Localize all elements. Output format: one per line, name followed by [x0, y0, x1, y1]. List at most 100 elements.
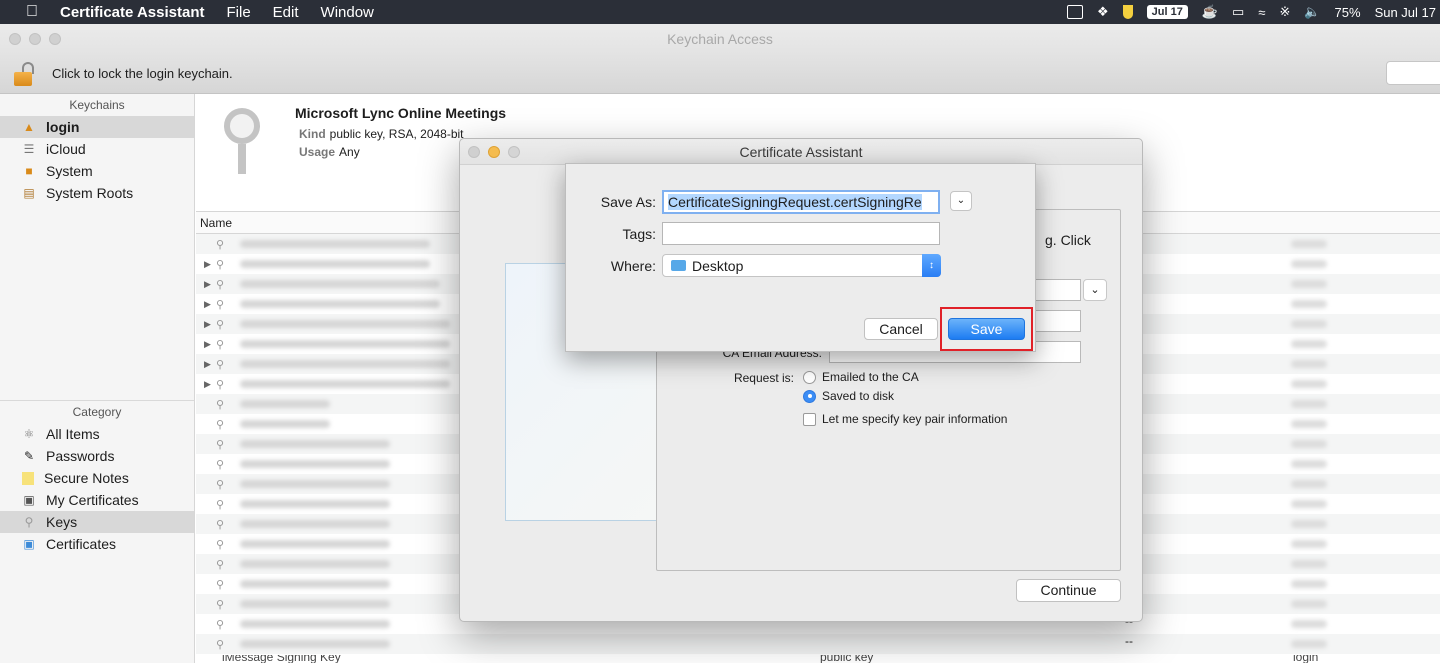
apple-menu-icon[interactable]: : [22, 3, 42, 21]
disclosure-triangle-icon[interactable]: ▶: [204, 299, 216, 310]
lock-open-icon[interactable]: [14, 61, 36, 86]
battery-status[interactable]: 75%: [1335, 5, 1361, 20]
cloud-icon: ☰: [23, 142, 35, 156]
volume-icon[interactable]: 🔈: [1304, 4, 1320, 20]
item-name: Microsoft Lync Online Meetings: [295, 105, 507, 121]
disclosure-triangle-icon[interactable]: ▶: [204, 379, 216, 390]
wifi-icon[interactable]: ≈: [1258, 5, 1265, 20]
zoom-button[interactable]: [508, 146, 520, 158]
minimize-button[interactable]: [29, 33, 41, 45]
sidebar-item-passwords[interactable]: ✎ Passwords: [0, 445, 194, 467]
folder-icon: [671, 260, 686, 271]
menu-window[interactable]: Window: [321, 4, 374, 21]
chevron-down-icon[interactable]: ⌄: [1083, 279, 1107, 301]
tags-field[interactable]: [662, 222, 940, 245]
redacted-name: [240, 280, 440, 288]
key-icon: ⚲: [216, 458, 225, 471]
menu-file[interactable]: File: [227, 4, 251, 21]
continue-button[interactable]: Continue: [1016, 579, 1121, 602]
redacted-keychain: [1291, 640, 1327, 648]
window-titlebar: Keychain Access: [0, 24, 1440, 54]
search-input[interactable]: [1386, 61, 1440, 85]
checkbox[interactable]: [803, 412, 816, 426]
shield-icon[interactable]: [1122, 5, 1133, 19]
disclosure-triangle-icon[interactable]: ▶: [204, 319, 216, 330]
lock-open-icon: ▲: [23, 120, 35, 134]
disclosure-triangle-icon[interactable]: ▶: [204, 279, 216, 290]
sidebar-item-icloud[interactable]: ☰ iCloud: [0, 138, 194, 160]
disclosure-triangle-icon[interactable]: ▶: [204, 259, 216, 270]
tags-label: Tags:: [622, 226, 656, 242]
chevron-down-icon[interactable]: ⌄: [950, 191, 972, 211]
menu-bar:  Certificate Assistant File Edit Window…: [0, 0, 1440, 24]
list-item-name: iMessage Signing Key: [222, 655, 341, 663]
redacted-name: [240, 600, 390, 608]
redacted-name: [240, 520, 390, 528]
key-icon: ⚲: [216, 638, 225, 651]
menu-edit[interactable]: Edit: [273, 4, 299, 21]
sidebar-item-system-roots[interactable]: ▤ System Roots: [0, 182, 194, 204]
redacted-keychain: [1291, 360, 1327, 368]
where-select[interactable]: Desktop ↕: [662, 254, 941, 277]
redacted-name: [240, 420, 330, 428]
menubar-clock[interactable]: Sun Jul 17: [1375, 5, 1436, 20]
key-icon: ⚲: [216, 358, 225, 371]
list-item[interactable]: ⚲: [196, 634, 1440, 654]
disclosure-triangle-icon[interactable]: ▶: [204, 339, 216, 350]
coffee-icon[interactable]: ☕: [1202, 4, 1218, 20]
list-item-keychain: login: [1293, 655, 1319, 663]
save-as-field[interactable]: CertificateSigningRequest.certSigningRe: [662, 190, 940, 214]
key-icon: ⚲: [216, 298, 225, 311]
redacted-keychain: [1291, 400, 1327, 408]
sidebar-item-certificates[interactable]: ▣ Certificates: [0, 533, 194, 555]
redacted-name: [240, 620, 390, 628]
zoom-button[interactable]: [49, 33, 61, 45]
key-icon: ⚲: [216, 438, 225, 451]
sidebar-item-system[interactable]: ■ System: [0, 160, 194, 182]
save-button-highlight: [940, 307, 1033, 351]
screen-mirror-icon[interactable]: [1066, 5, 1083, 19]
key-icon: ⚲: [216, 618, 225, 631]
sidebar-item-all-items[interactable]: ⚛ All Items: [0, 423, 194, 445]
redacted-keychain: [1291, 300, 1327, 308]
sidebar-item-label: Keys: [46, 514, 78, 530]
calendar-badge[interactable]: Jul 17: [1146, 5, 1188, 19]
sidebar-item-secure-notes[interactable]: Secure Notes: [0, 467, 194, 489]
sidebar-item-my-certificates[interactable]: ▣ My Certificates: [0, 489, 194, 511]
radio-button[interactable]: [803, 389, 816, 403]
redacted-keychain: [1291, 420, 1327, 428]
list-item[interactable]: iMessage Signing Key public key login: [200, 655, 1440, 663]
redacted-name: [240, 260, 430, 268]
certificate-icon: ▣: [23, 493, 35, 507]
redacted-keychain: [1291, 480, 1327, 488]
cancel-button[interactable]: Cancel: [864, 318, 938, 340]
key-icon: ⚲: [216, 238, 225, 251]
category-header: Category: [72, 405, 122, 419]
redacted-name: [240, 440, 390, 448]
sidebar: Keychains ▲ login ☰ iCloud ■ System ▤ Sy…: [0, 94, 195, 663]
assistant-titlebar: Certificate Assistant: [460, 139, 1142, 165]
disclosure-triangle-icon[interactable]: ▶: [204, 359, 216, 370]
item-usage: Usage Any: [299, 145, 360, 159]
radio-saved-to-disk[interactable]: Saved to disk: [803, 389, 894, 403]
redacted-name: [240, 480, 390, 488]
stepper-icon[interactable]: ↕: [922, 254, 941, 277]
dropbox-icon[interactable]: ❖: [1097, 4, 1109, 20]
redacted-name: [240, 640, 390, 648]
usage-value: Any: [339, 145, 360, 159]
radio-emailed-to-ca[interactable]: Emailed to the CA: [803, 370, 919, 384]
key-icon: ⚲: [216, 278, 225, 291]
radio-button[interactable]: [803, 370, 816, 384]
sidebar-item-login[interactable]: ▲ login: [0, 116, 194, 138]
app-menu[interactable]: Certificate Assistant: [60, 4, 205, 21]
sidebar-item-keys[interactable]: ⚲ Keys: [0, 511, 194, 533]
bluetooth-icon[interactable]: ※: [1279, 4, 1290, 20]
close-button[interactable]: [9, 33, 21, 45]
redacted-name: [240, 580, 390, 588]
close-button[interactable]: [468, 146, 480, 158]
key-icon: ⚲: [216, 378, 225, 391]
minimize-button[interactable]: [488, 146, 500, 158]
checkbox-specify-key-pair[interactable]: Let me specify key pair information: [803, 412, 1007, 426]
airplay-icon[interactable]: ▭: [1232, 4, 1244, 20]
window-controls: [9, 33, 61, 45]
